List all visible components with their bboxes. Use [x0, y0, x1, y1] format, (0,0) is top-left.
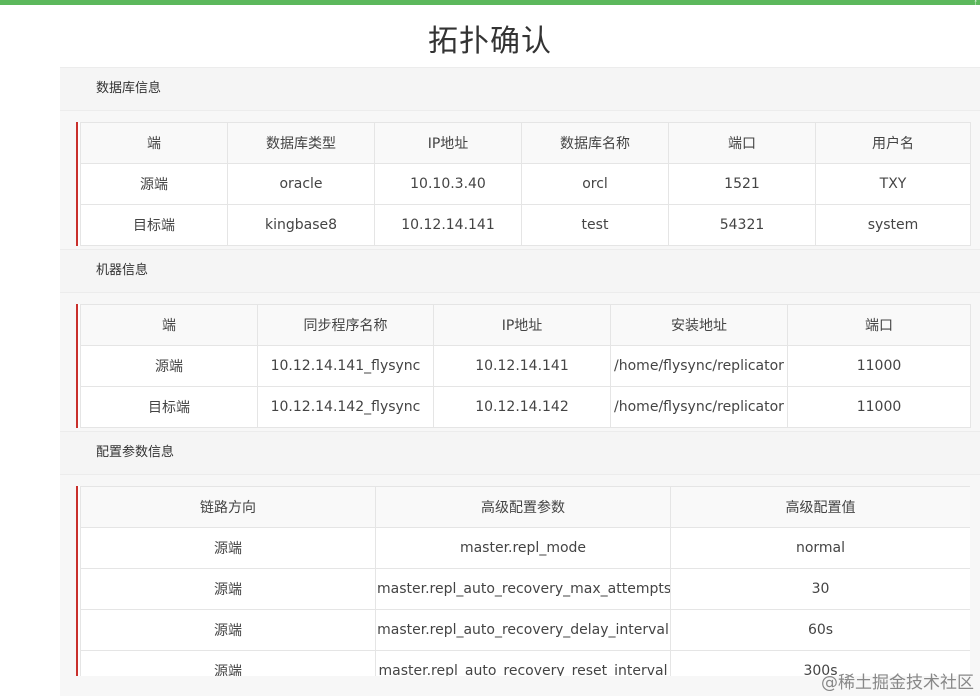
config-table-header-row: 链路方向 高级配置参数 高级配置值: [80, 486, 970, 528]
table-cell: 目标端: [80, 386, 258, 428]
column-header: 数据库名称: [521, 122, 669, 164]
config-table-wrap: 链路方向 高级配置参数 高级配置值 源端 master.repl_mode no…: [76, 486, 970, 676]
table-cell: 10.12.14.142: [433, 386, 611, 428]
column-header: 同步程序名称: [257, 304, 434, 346]
column-header: 用户名: [815, 122, 971, 164]
table-cell: orcl: [521, 163, 669, 205]
config-table: 链路方向 高级配置参数 高级配置值 源端 master.repl_mode no…: [80, 486, 970, 676]
table-row: 源端 oracle 10.10.3.40 orcl 1521 TXY: [80, 163, 971, 205]
table-row: 目标端 kingbase8 10.12.14.141 test 54321 sy…: [80, 204, 971, 246]
machine-table-wrap: 端 同步程序名称 IP地址 安装地址 端口 源端 10.12.14.141_fl…: [76, 304, 971, 428]
table-cell: 30: [670, 568, 970, 610]
table-cell: 1521: [668, 163, 816, 205]
table-cell: 10.12.14.141_flysync: [257, 345, 434, 387]
page-title: 拓扑确认: [428, 24, 552, 59]
table-cell: kingbase8: [227, 204, 375, 246]
column-header: 高级配置参数: [375, 486, 671, 528]
table-cell: test: [521, 204, 669, 246]
column-header: 链路方向: [80, 486, 376, 528]
column-header: 端: [80, 122, 228, 164]
table-row: 目标端 10.12.14.142_flysync 10.12.14.142 /h…: [80, 386, 971, 428]
config-info-header: 配置参数信息: [60, 432, 980, 475]
table-cell: 10.12.14.142_flysync: [257, 386, 434, 428]
database-info-header: 数据库信息: [60, 68, 980, 111]
table-row: 源端 master.repl_auto_recovery_max_attempt…: [80, 568, 970, 610]
table-cell: 11000: [787, 386, 971, 428]
table-cell: 10.12.14.141: [374, 204, 522, 246]
machine-info-panel: 机器信息 端 同步程序名称 IP地址 安装地址 端口 源端 10.12.14.1…: [60, 249, 980, 431]
table-row: 源端 master.repl_auto_recovery_delay_inter…: [80, 609, 970, 651]
database-table-header-row: 端 数据库类型 IP地址 数据库名称 端口 用户名: [80, 122, 971, 164]
database-table-wrap: 端 数据库类型 IP地址 数据库名称 端口 用户名 源端 oracle 10.1…: [76, 122, 971, 246]
table-cell: 源端: [80, 609, 376, 651]
corner-mark-icon: ↑: [973, 0, 979, 7]
column-header: 安装地址: [610, 304, 788, 346]
column-header: 端: [80, 304, 258, 346]
config-info-panel: 配置参数信息 链路方向 高级配置参数 高级配置值 源端 master.repl_…: [60, 431, 980, 696]
table-cell: 10.10.3.40: [374, 163, 522, 205]
table-cell: system: [815, 204, 971, 246]
table-cell: /home/flysync/replicator: [610, 386, 788, 428]
table-cell: master.repl_auto_recovery_reset_interval: [375, 650, 671, 676]
table-cell: 源端: [80, 345, 258, 387]
table-row: 源端 master.repl_mode normal: [80, 527, 970, 569]
table-cell: 11000: [787, 345, 971, 387]
table-cell: 60s: [670, 609, 970, 651]
table-cell: 54321: [668, 204, 816, 246]
table-cell: 源端: [80, 163, 228, 205]
watermark: @稀土掘金技术社区: [821, 673, 974, 693]
table-cell: /home/flysync/replicator: [610, 345, 788, 387]
machine-info-header: 机器信息: [60, 250, 980, 293]
table-cell: 源端: [80, 568, 376, 610]
column-header: IP地址: [374, 122, 522, 164]
column-header: 端口: [668, 122, 816, 164]
table-cell: master.repl_mode: [375, 527, 671, 569]
table-cell: 源端: [80, 527, 376, 569]
table-cell: TXY: [815, 163, 971, 205]
table-cell: 目标端: [80, 204, 228, 246]
column-header: 端口: [787, 304, 971, 346]
table-cell: master.repl_auto_recovery_delay_interval: [375, 609, 671, 651]
table-cell: master.repl_auto_recovery_max_attempts: [375, 568, 671, 610]
database-table: 端 数据库类型 IP地址 数据库名称 端口 用户名 源端 oracle 10.1…: [80, 122, 971, 246]
column-header: IP地址: [433, 304, 611, 346]
machine-table-header-row: 端 同步程序名称 IP地址 安装地址 端口: [80, 304, 971, 346]
table-cell: 源端: [80, 650, 376, 676]
machine-table: 端 同步程序名称 IP地址 安装地址 端口 源端 10.12.14.141_fl…: [80, 304, 971, 428]
table-row: 源端 10.12.14.141_flysync 10.12.14.141 /ho…: [80, 345, 971, 387]
column-header: 数据库类型: [227, 122, 375, 164]
column-header: 高级配置值: [670, 486, 970, 528]
table-cell: normal: [670, 527, 970, 569]
database-info-panel: 数据库信息 端 数据库类型 IP地址 数据库名称 端口 用户名 源端 oracl…: [60, 67, 980, 249]
top-accent-bar: ↑: [0, 0, 980, 7]
table-cell: 10.12.14.141: [433, 345, 611, 387]
table-cell: oracle: [227, 163, 375, 205]
